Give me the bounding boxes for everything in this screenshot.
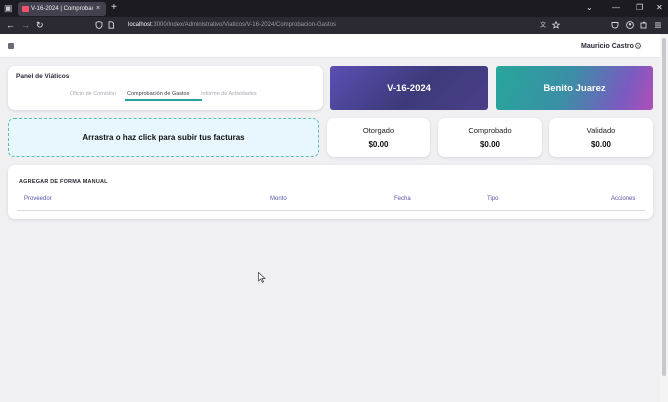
forward-icon[interactable]: → [21,20,30,31]
pocket-icon[interactable] [611,21,619,29]
stat-label: Comprobado [468,126,512,135]
tab-comprobacion-gastos[interactable]: Comprobación de Gastos [127,91,189,97]
sidebar-toggle-icon[interactable] [8,43,14,49]
manual-entry-card: AGREGAR DE FORMA MANUAL Proveedor Monto … [8,165,653,219]
column-header-fecha[interactable]: Fecha [394,196,411,202]
employee-name-banner: Benito Juarez [496,66,653,110]
viaticos-panel: Panel de Viáticos Oficio de Comisión Com… [8,66,323,110]
tab-overflow-icon[interactable]: ⌄ [586,3,593,13]
url-bar[interactable]: localhost:3000/Index/Administrativo/Viat… [128,21,336,30]
shield-icon[interactable] [95,21,103,29]
invoice-upload-dropzone[interactable]: Arrastra o haz click para subir tus fact… [8,118,319,157]
active-tab-indicator [125,99,202,101]
stat-card-comprobado: Comprobado $0.00 [438,118,542,157]
reload-icon[interactable]: ↻ [36,20,44,31]
column-header-tipo[interactable]: Tipo [487,196,498,202]
url-path: :3000/Index/Administrativo/Viaticos/V-16… [151,22,337,28]
account-icon[interactable] [626,21,634,29]
tab-title: V-16-2024 | Comprobación de Gastos [31,6,93,12]
browser-tab-bar: ▣ V-16-2024 | Comprobación de Gastos × +… [0,0,668,17]
stat-value: $0.00 [368,140,389,149]
viatico-id-banner: V-16-2024 [330,66,488,110]
column-header-monto[interactable]: Monto [270,196,287,202]
svg-text:文: 文 [540,21,546,29]
maximize-icon[interactable]: ❐ [636,3,643,13]
manual-entry-title: AGREGAR DE FORMA MANUAL [19,179,108,185]
stat-card-validado: Validado $0.00 [549,118,653,157]
stat-value: $0.00 [590,140,612,149]
page-scrollbar[interactable] [660,34,668,402]
tab-oficio-comision[interactable]: Oficio de Comisión [70,91,116,97]
tab-list-icon[interactable]: ▣ [4,3,14,13]
back-icon[interactable]: ← [6,20,15,31]
stat-label: Otorgado [362,126,395,135]
scrollbar-thumb[interactable] [662,38,666,376]
stat-label: Validado [586,126,616,135]
gear-icon[interactable]: ⚙ [634,41,642,51]
new-tab-icon[interactable]: + [111,2,117,14]
translate-icon[interactable]: 文 [540,21,548,29]
browser-nav-bar: ← → ↻ localhost:3000/Index/Administrativ… [0,17,668,34]
user-name[interactable]: Mauricio Castro [581,42,634,51]
panel-title: Panel de Viáticos [16,73,70,80]
close-window-icon[interactable]: ✕ [656,3,663,13]
stat-value: $0.00 [479,140,501,149]
menu-icon[interactable] [654,21,662,29]
browser-tab[interactable]: V-16-2024 | Comprobación de Gastos × [18,2,106,16]
table-header-divider [17,210,645,211]
page-icon[interactable] [107,21,115,29]
column-header-proveedor[interactable]: Proveedor [24,196,52,202]
tab-close-icon[interactable]: × [96,4,100,14]
url-host: localhost [128,22,152,28]
tab-informe-actividades[interactable]: Informe de Actividades [201,91,257,97]
bookmark-star-icon[interactable] [552,21,560,29]
minimize-icon[interactable]: — [612,3,620,13]
stat-card-otorgado: Otorgado $0.00 [327,118,430,157]
tab-favicon-icon [22,6,29,12]
app-header: Mauricio Castro ⚙ [0,34,660,58]
column-header-acciones[interactable]: Acciones [611,196,635,202]
extensions-icon[interactable] [640,21,648,29]
mouse-cursor-icon [258,272,266,283]
